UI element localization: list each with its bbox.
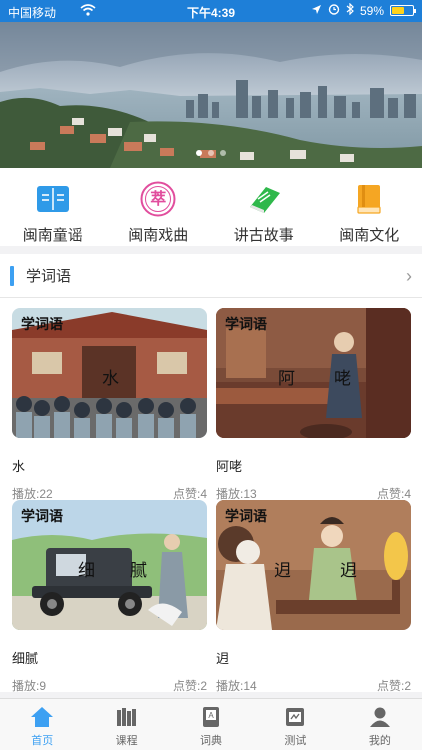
battery-icon [390,5,416,16]
video-thumbnail[interactable]: 学词语 水 [12,308,207,438]
video-card[interactable]: 学词语 迌 迌 迌 播放:14 点赞:2 [216,500,411,694]
like-count: 点赞:2 [172,679,207,693]
tab-label: 首页 [31,735,54,747]
nav-item-nursery-rhymes[interactable]: 闽南童谣 [0,168,106,246]
nav-item-culture[interactable]: 闽南文化 [317,168,422,246]
thumbnail-word: 迌 [340,561,357,580]
video-title: 水 [12,459,26,474]
thumbnail-word: 腻 [130,561,147,580]
video-thumbnail[interactable]: 学词语 阿 咾 [216,308,411,438]
banner-carousel[interactable] [0,22,422,168]
nav-item-opera[interactable]: 萃 闽南戏曲 [106,168,212,246]
carousel-dot[interactable] [220,150,226,156]
tab-dictionary[interactable]: A 词典 [169,699,253,750]
video-stats: 播放:9 点赞:2 [12,677,207,694]
video-thumbnail[interactable]: 学词语 细 腻 [12,500,207,630]
category-nav: 闽南童谣 萃 闽南戏曲 讲古故事 闽南文化 [0,168,422,246]
bottom-tab-bar: 首页 课程 A 词典 测试 我的 [0,698,422,750]
thumbnail-word: 细 [78,561,95,580]
profile-icon [367,705,393,729]
test-icon [282,705,308,729]
section-title: 学词语 [26,268,72,285]
battery-percent: 59% [359,3,384,18]
thumbnail-tag: 学词语 [225,316,267,332]
thumbnail-tag: 学词语 [21,316,63,332]
thumbnail-word: 水 [102,369,119,388]
nav-label: 讲古故事 [233,227,294,244]
opera-badge-text: 萃 [150,191,167,208]
tab-home[interactable]: 首页 [0,699,84,750]
bluetooth-icon [346,2,354,18]
nav-label: 闽南文化 [339,227,400,244]
video-title: 阿咾 [216,459,243,474]
play-count: 播放:9 [12,679,47,693]
nav-label: 闽南童谣 [22,227,83,244]
thumbnail-tag: 学词语 [21,508,63,524]
battery-fill [392,7,404,14]
orange-book-icon [351,182,387,216]
dictionary-icon: A [198,705,224,729]
opera-badge-icon: 萃 [140,181,176,217]
video-card[interactable]: 学词语 细 腻 细腻 播放:9 点赞:2 [12,500,207,694]
thumbnail-tag: 学词语 [225,508,267,524]
alarm-icon [328,3,340,18]
learn-words-section: 学词语 › 学词语 水 水 播放:22 点赞:4 学词语 阿 咾 阿咾 播放:1… [0,254,422,694]
section-header[interactable]: 学词语 › [0,254,422,298]
chevron-right-icon[interactable]: › [406,266,412,287]
tab-profile[interactable]: 我的 [338,699,422,750]
tab-label: 我的 [368,735,391,747]
status-bar: 中国移动 下午4:39 59% [0,0,422,22]
green-book-icon [246,182,282,216]
tab-courses[interactable]: 课程 [84,699,168,750]
carousel-dots[interactable] [0,150,422,156]
nav-item-storytelling[interactable]: 讲古故事 [211,168,317,246]
video-card[interactable]: 学词语 水 水 播放:22 点赞:4 [12,308,207,502]
thumbnail-word: 阿 [278,369,295,388]
tab-label: 测试 [284,735,307,747]
play-count: 播放:14 [216,679,257,693]
like-count: 点赞:2 [376,679,411,693]
video-thumbnail[interactable]: 学词语 迌 迌 [216,500,411,630]
banner-image [0,22,422,168]
location-icon [311,4,322,18]
thumbnail-word: 迌 [274,561,291,580]
section-accent-bar [10,266,14,286]
home-icon [29,705,55,729]
books-icon [114,705,140,729]
thumbnail-word: 咾 [334,369,351,388]
tab-label: 课程 [115,735,138,747]
tab-test[interactable]: 测试 [253,699,337,750]
video-title: 迌 [216,651,230,666]
carousel-dot[interactable] [196,150,202,156]
tab-label: 词典 [200,735,223,747]
video-card[interactable]: 学词语 阿 咾 阿咾 播放:13 点赞:4 [216,308,411,502]
svg-text:A: A [208,711,214,720]
carousel-dot[interactable] [208,150,214,156]
video-stats: 播放:14 点赞:2 [216,677,411,694]
book-icon [35,182,71,216]
nav-label: 闽南戏曲 [128,227,189,244]
video-title: 细腻 [12,651,39,666]
